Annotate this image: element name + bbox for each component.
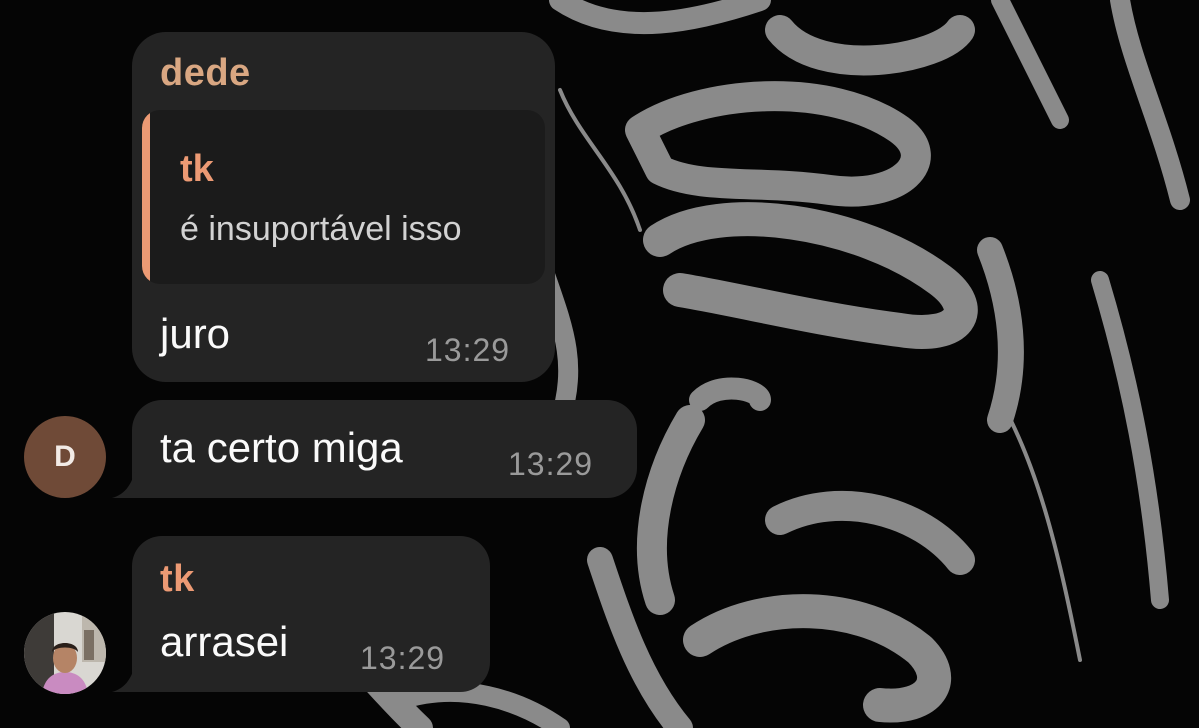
reply-sender-name: tk (180, 148, 214, 190)
bubble-tail (112, 658, 156, 692)
chat-view: dede tk é insuportável isso juro 13:29 D… (0, 0, 1199, 728)
message-bubble[interactable]: dede tk é insuportável isso juro 13:29 (132, 32, 555, 382)
sender-name[interactable]: dede (160, 52, 251, 95)
message-text: juro (160, 310, 231, 357)
avatar[interactable] (24, 612, 106, 694)
reply-quote-bar (142, 110, 150, 284)
message-timestamp: 13:29 (425, 332, 511, 368)
avatar-initial: D (54, 440, 76, 473)
message-bubble[interactable]: tk arrasei 13:29 (112, 536, 490, 692)
sender-name[interactable]: tk (160, 558, 195, 601)
avatar[interactable]: D (24, 416, 106, 498)
message-text: arrasei (160, 618, 289, 665)
reply-quote[interactable]: tk é insuportável isso (142, 110, 545, 284)
bubble-tail (112, 464, 156, 498)
message-timestamp: 13:29 (508, 446, 594, 482)
profile-photo (24, 612, 106, 694)
message-bubble[interactable]: ta certo miga 13:29 (112, 400, 637, 498)
reply-text: é insuportável isso (180, 210, 462, 248)
message-timestamp: 13:29 (360, 640, 446, 676)
message-text: ta certo miga (160, 424, 403, 471)
